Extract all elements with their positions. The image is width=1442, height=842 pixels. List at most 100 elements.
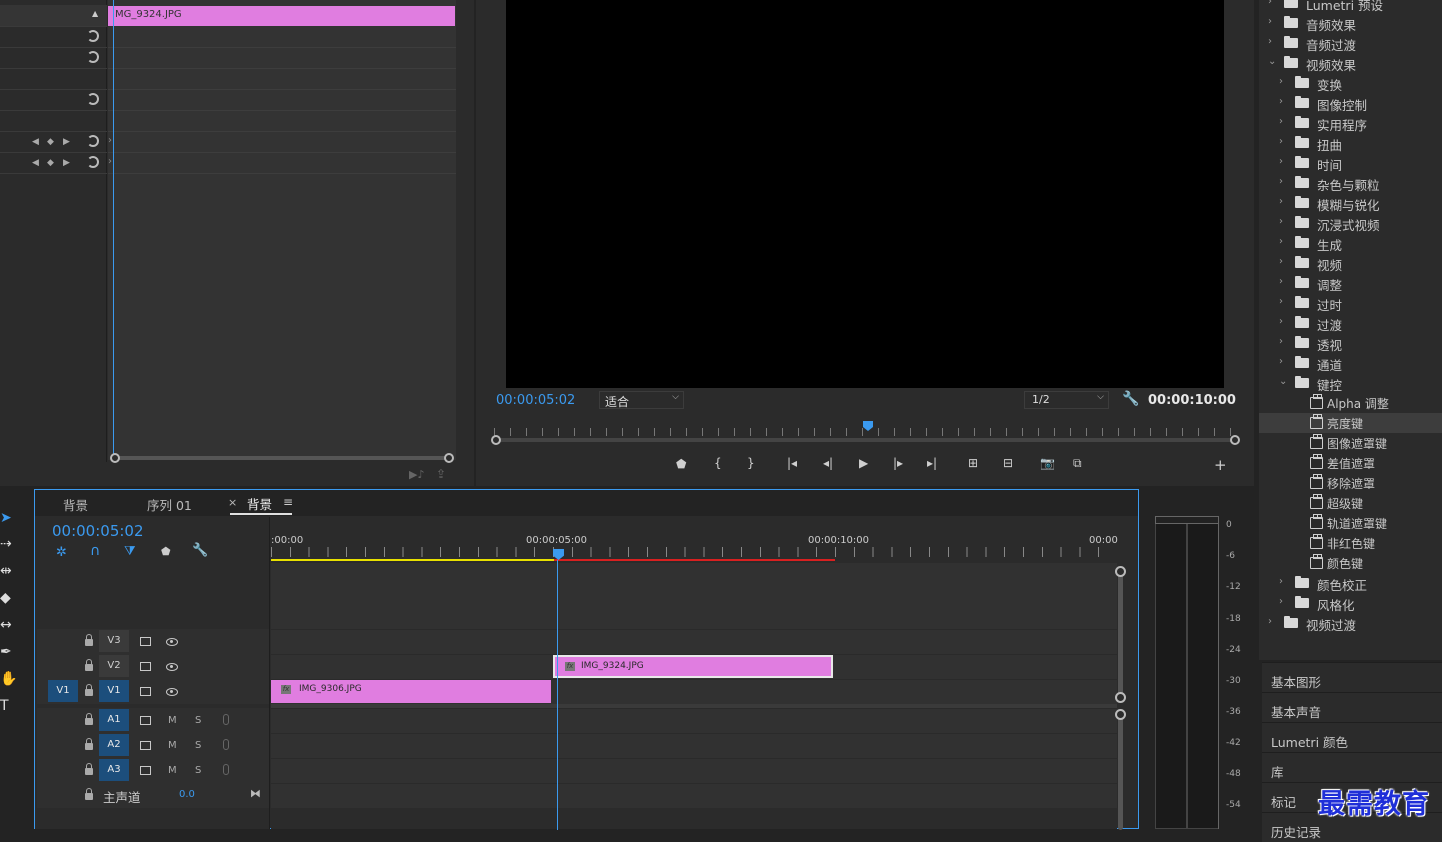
effect-item[interactable]: 亮度键 bbox=[1259, 413, 1442, 433]
add-keyframe-icon[interactable]: ◆ bbox=[47, 158, 54, 168]
compare-view-icon[interactable]: ⧉ bbox=[1073, 456, 1082, 471]
next-keyframe-icon[interactable]: ▶ bbox=[63, 137, 70, 147]
track-lane-a2[interactable] bbox=[271, 733, 1117, 758]
monitor-zoom-bar[interactable] bbox=[498, 438, 1233, 442]
mute-button[interactable]: M bbox=[168, 765, 177, 776]
lock-icon[interactable] bbox=[85, 738, 93, 750]
resolution-dropdown[interactable]: 1/2 ⌵ bbox=[1024, 391, 1109, 409]
effect-folder[interactable]: › 图像控制 bbox=[1259, 93, 1442, 113]
eye-icon[interactable] bbox=[166, 638, 178, 646]
lock-icon[interactable] bbox=[85, 713, 93, 725]
step-back-icon[interactable]: ◂| bbox=[823, 456, 833, 470]
mute-button[interactable]: M bbox=[168, 740, 177, 751]
chevron-right-icon[interactable]: › bbox=[1279, 256, 1283, 267]
chevron-right-icon[interactable]: › bbox=[1268, 16, 1272, 27]
v-scroll-handle-bottom[interactable] bbox=[1115, 692, 1126, 703]
chevron-right-icon[interactable]: › bbox=[1268, 616, 1272, 627]
add-keyframe-icon[interactable]: ◆ bbox=[47, 137, 54, 147]
wrench-icon[interactable]: 🔧 bbox=[1122, 391, 1139, 407]
clip-img-9306[interactable]: fx IMG_9306.JPG bbox=[271, 680, 551, 703]
reset-icon[interactable] bbox=[87, 51, 99, 63]
effect-folder[interactable]: › 过时 bbox=[1259, 293, 1442, 313]
timeline-playhead-line[interactable] bbox=[557, 560, 558, 830]
effect-folder[interactable]: › 视频 bbox=[1259, 253, 1442, 273]
solo-button[interactable]: S bbox=[195, 765, 201, 776]
effect-folder[interactable]: › 过渡 bbox=[1259, 313, 1442, 333]
chevron-down-icon[interactable]: ⌄ bbox=[1279, 376, 1287, 387]
v-scroll-handle-top[interactable] bbox=[1115, 566, 1126, 577]
effect-item[interactable]: 非红色键 bbox=[1259, 533, 1442, 553]
time-ruler[interactable]: :00:00 00:00:05:00 00:00:10:00 00:00 bbox=[271, 517, 1126, 562]
lock-icon[interactable] bbox=[85, 634, 93, 646]
effect-folder[interactable]: ⌄ 键控 bbox=[1259, 373, 1442, 393]
chevron-right-icon[interactable]: › bbox=[1279, 116, 1283, 127]
source-patch-v1[interactable]: V1 bbox=[48, 680, 78, 702]
camera-icon[interactable]: 📷 bbox=[1040, 456, 1055, 470]
eye-icon[interactable] bbox=[166, 663, 178, 671]
add-marker-icon[interactable]: ⬟ bbox=[161, 545, 171, 558]
effect-item[interactable]: 超级键 bbox=[1259, 493, 1442, 513]
ripple-edit-tool-icon[interactable]: ⇹ bbox=[0, 563, 12, 579]
chevron-right-icon[interactable]: › bbox=[1279, 76, 1283, 87]
solo-button[interactable]: S bbox=[195, 740, 201, 751]
nest-icon[interactable]: ✲ bbox=[56, 545, 67, 560]
chevron-right-icon[interactable]: › bbox=[1268, 36, 1272, 47]
video-preview[interactable] bbox=[506, 0, 1224, 388]
a-scroll-handle-top[interactable] bbox=[1115, 709, 1126, 720]
effect-folder[interactable]: › 音频效果 bbox=[1259, 13, 1442, 33]
effect-folder[interactable]: › Lumetri 预设 bbox=[1259, 0, 1442, 13]
timeline-timecode[interactable]: 00:00:05:02 bbox=[52, 522, 144, 540]
effect-folder[interactable]: › 视频过渡 bbox=[1259, 613, 1442, 633]
tab-sequence-01[interactable]: 序列 01 bbox=[147, 495, 192, 514]
effect-folder[interactable]: › 变换 bbox=[1259, 73, 1442, 93]
track-label-a3[interactable]: A3 bbox=[99, 759, 129, 781]
play-icon[interactable]: ▶ bbox=[859, 456, 868, 470]
work-area-bar-yellow[interactable] bbox=[271, 559, 554, 561]
effect-folder[interactable]: › 调整 bbox=[1259, 273, 1442, 293]
solo-button[interactable]: S bbox=[195, 715, 201, 726]
effect-folder[interactable]: › 扭曲 bbox=[1259, 133, 1442, 153]
track-lane-master[interactable] bbox=[271, 783, 1117, 808]
effect-item[interactable]: 轨道遮罩键 bbox=[1259, 513, 1442, 533]
tab-close-icon[interactable]: × bbox=[228, 496, 237, 509]
master-volume-value[interactable]: 0.0 bbox=[179, 789, 195, 800]
play-audio-icon[interactable]: ▶♪ bbox=[409, 468, 424, 481]
audio-vertical-scrollbar[interactable] bbox=[1118, 716, 1123, 830]
razor-tool-icon[interactable]: ◆ bbox=[0, 590, 11, 606]
effect-item[interactable]: 差值遮罩 bbox=[1259, 453, 1442, 473]
track-label-v2[interactable]: V2 bbox=[99, 655, 129, 677]
pen-tool-icon[interactable]: ✒ bbox=[0, 644, 12, 660]
chevron-right-icon[interactable]: › bbox=[1279, 276, 1283, 287]
section-lumetri-color[interactable]: Lumetri 颜色 bbox=[1262, 722, 1442, 752]
chevron-right-icon[interactable]: › bbox=[1279, 176, 1283, 187]
fx-playhead-line[interactable] bbox=[113, 0, 114, 455]
effect-folder[interactable]: › 模糊与锐化 bbox=[1259, 193, 1442, 213]
effect-item[interactable]: 移除遮罩 bbox=[1259, 473, 1442, 493]
track-lane-a3[interactable] bbox=[271, 758, 1117, 783]
mark-out-icon[interactable]: } bbox=[747, 456, 755, 470]
linked-selection-icon[interactable]: ⧩ bbox=[124, 544, 136, 559]
scroll-handle-right[interactable] bbox=[444, 453, 454, 463]
reset-icon[interactable] bbox=[87, 156, 99, 168]
selection-tool-icon[interactable]: ➤ bbox=[0, 510, 12, 526]
track-label-a1[interactable]: A1 bbox=[99, 709, 129, 731]
lock-icon[interactable] bbox=[85, 684, 93, 696]
fx-zoom-scrollbar[interactable] bbox=[113, 456, 451, 460]
type-tool-icon[interactable]: T bbox=[0, 698, 9, 714]
effect-folder[interactable]: › 通道 bbox=[1259, 353, 1442, 373]
chevron-right-icon[interactable]: › bbox=[1279, 196, 1283, 207]
sync-lock-icon[interactable] bbox=[140, 766, 151, 775]
chevron-right-icon[interactable]: › bbox=[1279, 296, 1283, 307]
effect-folder[interactable]: › 生成 bbox=[1259, 233, 1442, 253]
clip-img-9324[interactable]: fx IMG_9324.JPG bbox=[553, 655, 833, 678]
chevron-right-icon[interactable]: › bbox=[1279, 136, 1283, 147]
effect-item[interactable]: 颜色键 bbox=[1259, 553, 1442, 573]
effect-folder[interactable]: › 杂色与颗粒 bbox=[1259, 173, 1442, 193]
prev-keyframe-icon[interactable]: ◀ bbox=[32, 137, 39, 147]
chevron-right-icon[interactable]: › bbox=[1279, 156, 1283, 167]
mic-icon[interactable] bbox=[223, 714, 229, 725]
lock-icon[interactable] bbox=[85, 763, 93, 775]
slip-tool-icon[interactable]: ↔ bbox=[0, 617, 12, 633]
eye-icon[interactable] bbox=[166, 688, 178, 696]
sync-lock-icon[interactable] bbox=[140, 662, 151, 671]
